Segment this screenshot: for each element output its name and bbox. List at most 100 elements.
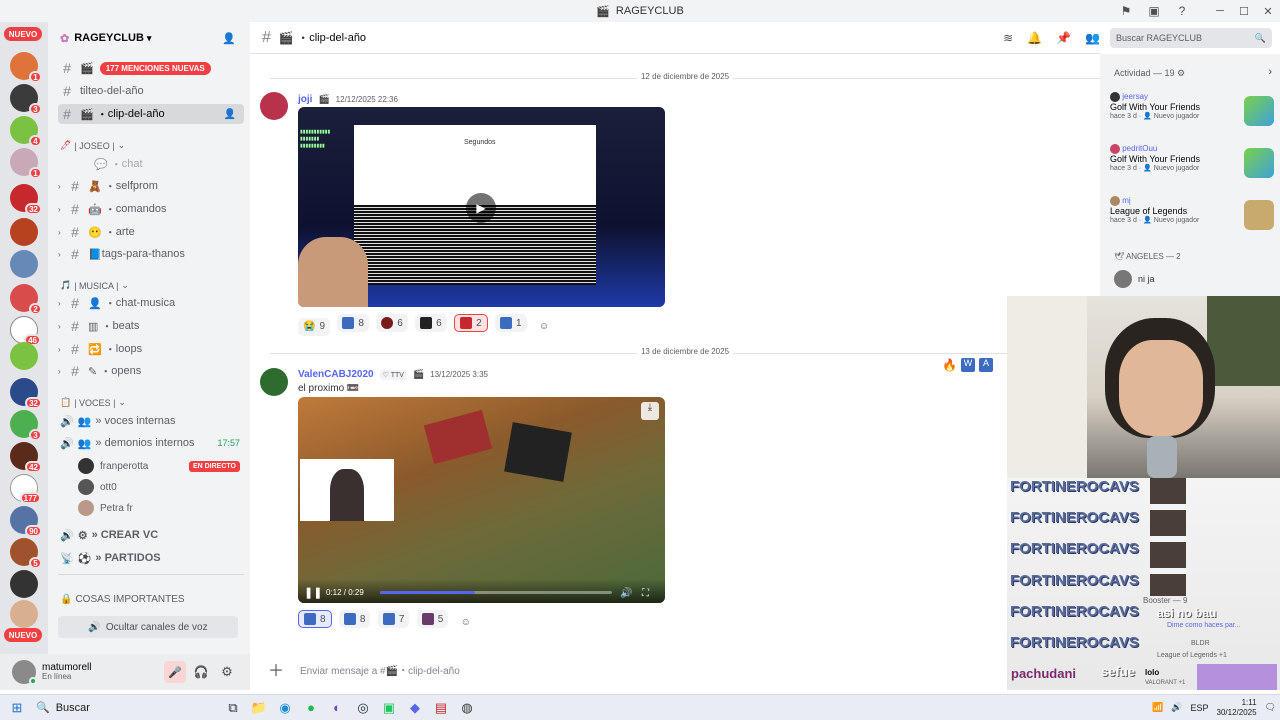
reaction[interactable]: 8 <box>338 610 371 628</box>
reaction[interactable]: 6 <box>415 314 447 332</box>
reaction[interactable]: 8 <box>337 314 369 332</box>
voice-channel-partidos[interactable]: 📡 ⚽» PARTIDOS <box>60 548 161 568</box>
bell-icon[interactable]: 🔔 <box>1027 31 1042 45</box>
reaction[interactable]: 6 <box>376 314 408 332</box>
reaction[interactable]: 5 <box>416 610 449 628</box>
fullscreen-icon[interactable]: ⛶ <box>642 588 649 599</box>
search-input[interactable]: Buscar RAGEYCLUB 🔍 <box>1110 28 1272 48</box>
w-emote-icon[interactable]: W <box>960 358 975 372</box>
activity-item[interactable]: pedritOuu Golf With Your Friends hace 3 … <box>1110 144 1274 188</box>
voice-channel-demonios[interactable]: 🔊 👥» demonios internos 17:57 <box>60 433 240 453</box>
voice-user[interactable]: franperotta EN DIRECTO <box>78 456 240 476</box>
add-reaction-icon[interactable]: ☺ <box>456 614 476 632</box>
threads-icon[interactable]: ≋ <box>1003 31 1013 45</box>
new-pill[interactable]: NUEVO <box>4 628 42 642</box>
reaction[interactable]: 2 <box>454 314 488 332</box>
gear-icon[interactable]: ⚙ <box>216 661 238 683</box>
voice-user[interactable]: ott0 <box>78 477 117 497</box>
channel-comandos[interactable]: › # 🤖 ・ comandos <box>58 199 244 219</box>
add-attachment-icon[interactable]: ＋ <box>268 657 284 681</box>
server-icon[interactable]: 3 <box>10 84 42 115</box>
taskbar-search[interactable]: 🔍 Buscar <box>30 698 220 718</box>
play-icon[interactable]: ▶ <box>466 193 496 223</box>
activity-item[interactable]: jeersay Golf With Your Friends hace 3 d … <box>1110 92 1274 136</box>
reaction[interactable]: 😭 9 <box>298 317 331 336</box>
channel-tilteo[interactable]: # tilteo-del-año <box>58 81 244 101</box>
channel-arte[interactable]: › # 😶 ・ arte <box>58 222 244 242</box>
voice-channel-crear-vc[interactable]: 🔊 ⚙» CREAR VC <box>60 525 158 545</box>
pause-icon[interactable]: ❚❚ <box>304 586 322 599</box>
guild-header[interactable]: ✿ RAGEYCLUB ▾ 👤 <box>48 22 250 54</box>
mentions-pill[interactable]: 177 MENCIONES NUEVAS <box>99 61 211 75</box>
new-pill[interactable]: NUEVO <box>4 27 42 41</box>
edge-icon[interactable]: ◉ <box>272 697 298 719</box>
inbox-icon[interactable]: ▣ <box>1140 0 1168 22</box>
reaction[interactable]: 7 <box>377 610 410 628</box>
author-name[interactable]: joji <box>298 94 312 105</box>
video-player[interactable]: ⤓ ❚❚ 0:12 / 0:29 🔊 ⛶ <box>298 397 665 603</box>
server-icon[interactable]: 5 <box>10 538 42 569</box>
close-button[interactable]: ✕ <box>1256 0 1280 22</box>
server-icon[interactable] <box>10 570 38 598</box>
avatar[interactable] <box>260 368 288 396</box>
notifications-icon[interactable]: 🗨 <box>1265 702 1276 713</box>
video-app-icon[interactable]: ▤ <box>428 697 454 719</box>
channel-loops[interactable]: › # 🔁 ・ loops <box>58 339 244 359</box>
server-icon[interactable] <box>10 342 38 370</box>
reaction[interactable]: 8 <box>298 610 332 628</box>
chevron-right-icon[interactable]: › <box>1268 66 1272 78</box>
server-icon[interactable] <box>10 600 38 628</box>
members-icon[interactable]: 👥 <box>1085 31 1100 45</box>
server-icon[interactable]: 177 <box>10 474 41 504</box>
volume-icon[interactable]: 🔊 <box>1171 702 1182 713</box>
help-icon[interactable]: ? <box>1168 0 1196 22</box>
category-musica[interactable]: 🎵 | MUSICA | ⌄ <box>60 280 129 291</box>
server-icon[interactable] <box>10 218 38 246</box>
discord-icon[interactable]: ◆ <box>402 697 428 719</box>
gear-icon[interactable]: ⚙ <box>1177 68 1185 78</box>
start-icon[interactable]: ⊞ <box>4 697 30 719</box>
minimize-button[interactable]: ─ <box>1208 0 1232 22</box>
channel-opens[interactable]: › # ✎ ・ opens <box>58 361 244 381</box>
channel-beats[interactable]: › # ▥ ・ beats <box>58 316 244 336</box>
message-composer[interactable]: ＋ Enviar mensaje a #🎬・clip-del-año <box>258 654 1000 684</box>
channel-selfprom[interactable]: › # 🧸 ・ selfprom <box>58 176 244 196</box>
clock[interactable]: 1:11 30/12/2025 <box>1217 698 1257 716</box>
channel-item[interactable]: # 🎬 177 MENCIONES NUEVAS <box>58 58 244 78</box>
author-name[interactable]: ValenCABJ2020 <box>298 369 374 380</box>
avatar[interactable] <box>260 92 288 120</box>
app-green-icon[interactable]: ▣ <box>376 697 402 719</box>
add-reaction-icon[interactable]: ☺ <box>534 318 554 336</box>
member-item[interactable]: ni ja <box>1114 270 1155 288</box>
channel-tags[interactable]: › # 📘 tags-para-thanos <box>58 244 244 264</box>
category-importantes[interactable]: 🔒 COSAS IMPORTANTES <box>60 594 185 605</box>
steam-icon[interactable]: ◎ <box>350 697 376 719</box>
server-icon[interactable]: 32 <box>10 378 42 409</box>
language[interactable]: ESP <box>1191 703 1209 713</box>
seek-bar[interactable] <box>380 591 612 594</box>
server-icon[interactable]: 2 <box>10 284 42 315</box>
app-c-icon[interactable]: ◐ <box>324 697 350 719</box>
server-icon[interactable]: 4 <box>10 116 42 147</box>
download-icon[interactable]: ⤓ <box>641 402 659 420</box>
voice-channel-voces-internas[interactable]: 🔊 👥» voces internas <box>60 411 176 431</box>
a-emote-icon[interactable]: A <box>978 358 993 372</box>
channel-chat[interactable]: 💬 ・ chat <box>58 154 244 174</box>
server-icon[interactable]: 32 <box>10 184 42 215</box>
server-icon[interactable]: 46 <box>10 316 41 346</box>
maximize-button[interactable]: ☐ <box>1232 0 1256 22</box>
reaction[interactable]: 1 <box>494 314 527 332</box>
voice-user[interactable]: Petra fr <box>78 498 133 518</box>
task-view-icon[interactable]: ⧉ <box>220 697 246 719</box>
server-icon[interactable]: 1 <box>10 148 42 179</box>
hide-voice-button[interactable]: 🔊 Ocultar canales de voz <box>58 616 238 638</box>
headphones-icon[interactable]: 🎧 <box>190 661 212 683</box>
add-member-icon[interactable]: 👤 <box>224 109 236 120</box>
fire-icon[interactable]: 🔥 <box>942 358 957 372</box>
volume-icon[interactable]: 🔊 <box>620 588 632 599</box>
obs-icon[interactable]: ◍ <box>454 697 480 719</box>
avatar[interactable] <box>12 660 37 685</box>
channel-chat-musica[interactable]: › # 👤 ・ chat-musica <box>58 293 244 313</box>
file-explorer-icon[interactable]: 📁 <box>246 697 272 719</box>
category-voces[interactable]: 📋 | VOCES | ⌄ <box>60 397 126 408</box>
